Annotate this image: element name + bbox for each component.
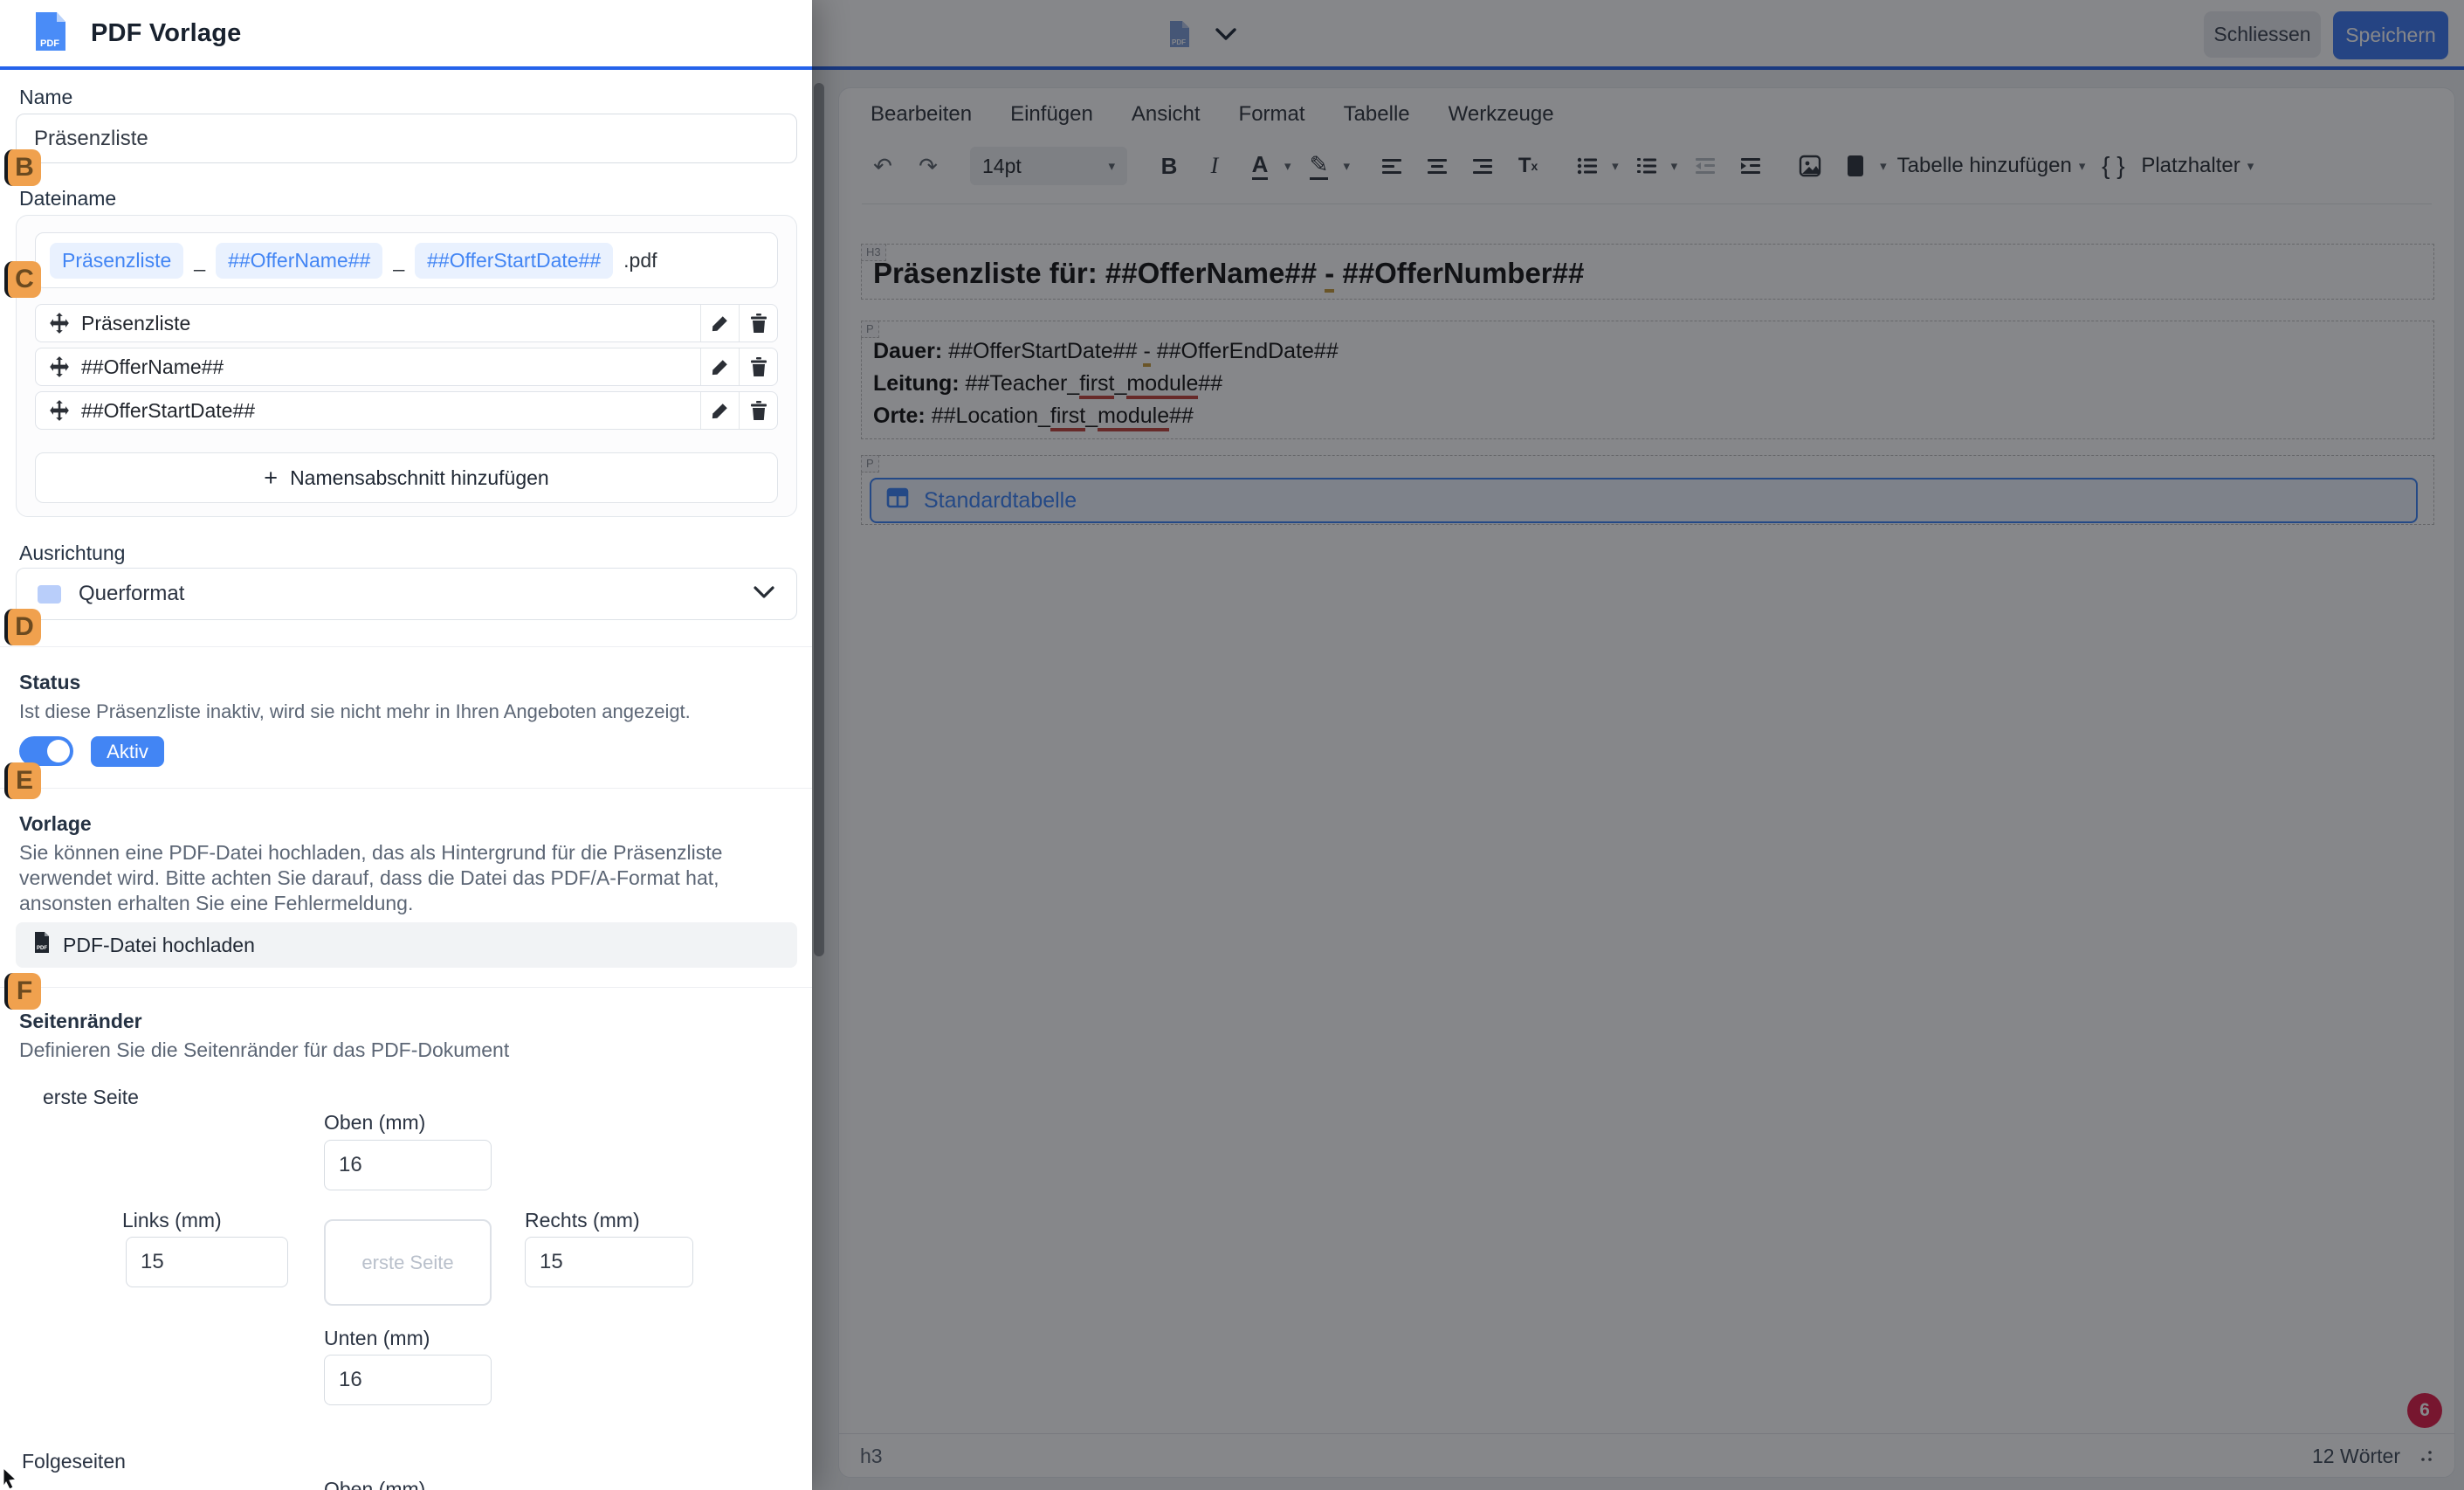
oben-label: Oben (mm) <box>324 1111 425 1135</box>
add-name-section-button[interactable]: + Namensabschnitt hinzufügen <box>35 452 778 503</box>
divider <box>0 788 812 789</box>
edit-section-button[interactable] <box>700 392 739 429</box>
toggle-knob <box>47 740 70 762</box>
filename-extension: .pdf <box>623 249 657 272</box>
seitenraender-description: Definieren Sie die Seitenränder für das … <box>19 1038 509 1063</box>
vorlage-description: Sie können eine PDF-Datei hochladen, das… <box>19 840 788 916</box>
annotation-badge-f: F <box>4 973 41 1010</box>
filename-section-row[interactable]: Präsenzliste <box>35 304 778 342</box>
divider <box>0 987 812 988</box>
edit-section-button[interactable] <box>700 348 739 385</box>
name-label: Name <box>19 86 72 109</box>
pdf-upload-icon: PDF <box>33 931 51 959</box>
filename-separator: _ <box>393 249 404 272</box>
drag-handle-icon[interactable] <box>36 399 81 422</box>
name-input[interactable] <box>16 114 797 163</box>
unten-label: Unten (mm) <box>324 1327 430 1350</box>
filename-section-row[interactable]: ##OfferStartDate## <box>35 391 778 430</box>
vorlage-label: Vorlage <box>19 812 92 836</box>
filename-chip: Präsenzliste <box>50 243 183 279</box>
pdf-vorlage-drawer: PDF PDF Vorlage Name Dateiname Präsenzli… <box>0 0 812 1490</box>
orientation-select[interactable]: Querformat <box>16 568 797 620</box>
dateiname-label: Dateiname <box>19 187 116 210</box>
section-name: ##OfferName## <box>81 355 700 379</box>
mouse-cursor <box>2 1467 19 1490</box>
erste-seite-label: erste Seite <box>43 1086 139 1109</box>
rechts-input[interactable] <box>525 1237 693 1287</box>
annotation-badge-c: C <box>4 261 41 298</box>
links-label: Links (mm) <box>122 1209 222 1232</box>
links-input[interactable] <box>126 1237 288 1287</box>
plus-icon: + <box>264 465 278 492</box>
drawer-header: PDF PDF Vorlage <box>0 0 812 70</box>
aktiv-badge[interactable]: Aktiv <box>91 736 164 767</box>
status-description: Ist diese Präsenzliste inaktiv, wird sie… <box>19 699 691 724</box>
drag-handle-icon[interactable] <box>36 312 81 335</box>
folgeseiten-oben-label: Oben (mm) <box>324 1478 425 1490</box>
status-label: Status <box>19 671 80 694</box>
drag-handle-icon[interactable] <box>36 355 81 378</box>
annotation-badge-e: E <box>4 762 41 799</box>
svg-text:PDF: PDF <box>40 38 59 49</box>
delete-section-button[interactable] <box>739 305 777 341</box>
page-preview-box: erste Seite <box>324 1219 492 1306</box>
filename-separator: _ <box>194 249 205 272</box>
section-name: Präsenzliste <box>81 312 700 335</box>
edit-section-button[interactable] <box>700 305 739 341</box>
pdf-vorlage-screen: PDF Schliessen Speichern Bearbeiten Einf… <box>0 0 2464 1490</box>
folgeseiten-label: Folgeseiten <box>22 1450 126 1473</box>
section-name: ##OfferStartDate## <box>81 399 700 423</box>
unten-input[interactable] <box>324 1355 492 1405</box>
seitenraender-label: Seitenränder <box>19 1010 142 1033</box>
rechts-label: Rechts (mm) <box>525 1209 640 1232</box>
filename-chip: ##OfferName## <box>216 243 382 279</box>
pdf-template-icon: PDF <box>33 10 68 57</box>
filename-preview: Präsenzliste _ ##OfferName## _ ##OfferSt… <box>35 232 778 288</box>
delete-section-button[interactable] <box>739 348 777 385</box>
filename-chip: ##OfferStartDate## <box>415 243 613 279</box>
svg-text:PDF: PDF <box>37 946 47 951</box>
chevron-down-icon <box>753 585 775 604</box>
landscape-icon <box>38 585 61 604</box>
upload-pdf-button[interactable]: PDF PDF-Datei hochladen <box>16 922 797 968</box>
status-toggle[interactable] <box>19 736 73 766</box>
oben-input[interactable] <box>324 1140 492 1190</box>
annotation-badge-d: D <box>4 609 41 645</box>
annotation-badge-b: B <box>4 149 41 186</box>
divider <box>0 646 812 647</box>
ausrichtung-label: Ausrichtung <box>19 542 125 565</box>
drawer-title: PDF Vorlage <box>91 19 241 48</box>
filename-section-row[interactable]: ##OfferName## <box>35 348 778 386</box>
delete-section-button[interactable] <box>739 392 777 429</box>
